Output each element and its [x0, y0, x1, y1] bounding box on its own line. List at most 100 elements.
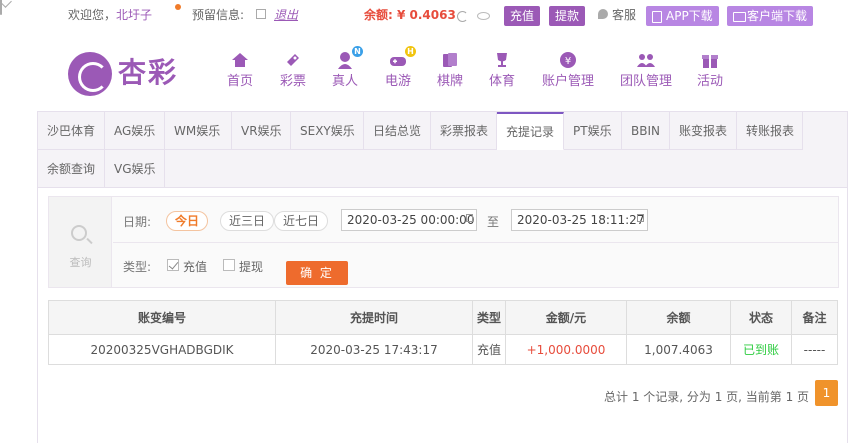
- live-dealer-icon: N: [335, 46, 363, 70]
- col-remark: 备注: [791, 300, 838, 335]
- gamepad-icon: H: [388, 46, 416, 70]
- service-icon[interactable]: [598, 9, 608, 19]
- cell-remark: -----: [791, 334, 838, 365]
- cell-time: 2020-03-25 17:43:17: [275, 334, 473, 365]
- app-download-button[interactable]: APP下载: [646, 6, 719, 26]
- tab-balance-change-report[interactable]: 账变报表: [670, 112, 737, 150]
- cell-status: 已到账: [730, 334, 792, 365]
- quick-3days-button[interactable]: 近三日: [220, 211, 275, 231]
- nav-label: 活动: [697, 74, 724, 89]
- nav-lottery[interactable]: 彩票: [280, 50, 306, 90]
- tab-saba-sports[interactable]: 沙巴体育: [38, 112, 105, 150]
- tab-transfer-report[interactable]: 转账报表: [737, 112, 803, 150]
- withdraw-button[interactable]: 提款: [549, 6, 586, 26]
- calendar-icon[interactable]: [637, 214, 644, 222]
- nav-label: 真人: [332, 74, 359, 89]
- top-bar: 欢迎您， 北圩子 预留信息: 退出 余额: ¥ 0.4063 充值 提款 客服 …: [0, 0, 868, 30]
- nav-label: 体育: [489, 74, 516, 89]
- balance-display: 余额: ¥ 0.4063: [364, 8, 456, 22]
- end-date-input[interactable]: 2020-03-25 18:11:27: [511, 209, 648, 231]
- to-label: 至: [487, 215, 500, 229]
- logo-icon[interactable]: [68, 52, 112, 96]
- nav-label: 棋牌: [437, 74, 464, 89]
- nav-label: 彩票: [280, 74, 307, 89]
- team-icon: [636, 50, 656, 70]
- hot-badge: H: [405, 46, 416, 57]
- nav-account[interactable]: ¥ 账户管理: [542, 50, 594, 90]
- nav-label: 首页: [227, 74, 254, 89]
- filter-box: 查询 日期: 今日 近三日 近七日 2020-03-25 00:00:00 至 …: [48, 196, 839, 288]
- nav-egame[interactable]: H 电游: [385, 46, 416, 90]
- cell-amount: +1,000.0000: [505, 334, 627, 365]
- calendar-icon[interactable]: [466, 214, 473, 222]
- cell-balance: 1,007.4063: [626, 334, 731, 365]
- pagination-summary: 总计 1 个记录, 分为 1 页, 当前第 1 页: [604, 390, 810, 404]
- recharge-checkbox[interactable]: [167, 259, 179, 271]
- new-badge: N: [352, 46, 363, 57]
- date-row: 日期: 今日 近三日 近七日 2020-03-25 00:00:00 至 202…: [113, 197, 839, 243]
- mail-icon[interactable]: [0, 0, 2, 15]
- hide-balance-icon[interactable]: [477, 12, 490, 20]
- nav-activity[interactable]: 活动: [697, 50, 723, 90]
- tab-ag[interactable]: AG娱乐: [105, 112, 165, 150]
- edit-icon[interactable]: [256, 9, 266, 19]
- account-icon: ¥: [558, 50, 578, 70]
- logout-link[interactable]: 退出: [274, 7, 298, 23]
- page-button-current[interactable]: 1: [815, 380, 838, 406]
- tab-vr[interactable]: VR娱乐: [232, 112, 291, 150]
- reserved-info-label: 预留信息:: [192, 8, 245, 22]
- tab-bbin[interactable]: BBIN: [622, 112, 670, 150]
- nav-home[interactable]: 首页: [227, 50, 253, 90]
- withdraw-option-label: 提现: [239, 260, 264, 274]
- table-row: 20200325VGHADBGDIK 2020-03-25 17:43:17 充…: [48, 334, 838, 365]
- gift-icon: [700, 50, 720, 70]
- nav-live[interactable]: N 真人: [332, 46, 363, 90]
- client-download-button[interactable]: 客户端下载: [727, 6, 814, 26]
- date-label: 日期:: [123, 215, 152, 229]
- quick-7days-button[interactable]: 近七日: [274, 211, 329, 231]
- nav-team[interactable]: 团队管理: [620, 50, 672, 90]
- withdraw-checkbox[interactable]: [223, 259, 235, 271]
- col-type: 类型: [472, 300, 506, 335]
- quick-today-button[interactable]: 今日: [166, 211, 209, 231]
- tab-pt[interactable]: PT娱乐: [564, 112, 622, 150]
- report-tabs: 沙巴体育 AG娱乐 WM娱乐 VR娱乐 SEXY娱乐 日结总览 彩票报表 充提记…: [38, 112, 847, 188]
- tab-sexy[interactable]: SEXY娱乐: [291, 112, 364, 150]
- welcome-text: 欢迎您，: [68, 8, 117, 22]
- recharge-option-label: 充值: [183, 260, 208, 274]
- records-table: 账变编号 充提时间 类型 金额/元 余额 状态 备注 20200325VGHAD…: [48, 300, 838, 365]
- table-header-row: 账变编号 充提时间 类型 金额/元 余额 状态 备注: [48, 300, 838, 335]
- confirm-button[interactable]: 确 定: [286, 261, 348, 285]
- nav-label: 团队管理: [620, 74, 673, 89]
- refresh-icon[interactable]: [457, 11, 468, 22]
- lottery-icon: [283, 50, 303, 70]
- tab-deposit-withdraw-records[interactable]: 充提记录: [497, 112, 564, 150]
- start-date-input[interactable]: 2020-03-25 00:00:00: [341, 209, 477, 231]
- tab-daily-overview[interactable]: 日结总览: [364, 112, 431, 150]
- main-header: 杏彩 首页 彩票 N 真人 H 电游 棋牌 体育 ¥ 账户管理 团队管理 活动: [0, 30, 868, 110]
- type-label: 类型:: [123, 260, 152, 274]
- nav-sports[interactable]: 体育: [489, 50, 515, 90]
- tab-balance-query[interactable]: 余额查询: [38, 150, 105, 188]
- service-link[interactable]: 客服: [612, 7, 636, 23]
- nav-label: 电游: [385, 74, 412, 89]
- cards-icon: [440, 50, 460, 70]
- col-balance: 余额: [626, 300, 731, 335]
- col-amount: 金额/元: [505, 300, 627, 335]
- col-transaction-id: 账变编号: [48, 300, 276, 335]
- recharge-button[interactable]: 充值: [504, 6, 541, 26]
- home-icon: [230, 50, 250, 70]
- nav-chess[interactable]: 棋牌: [437, 50, 463, 90]
- cell-type: 充值: [472, 334, 506, 365]
- query-button[interactable]: 查询: [49, 197, 112, 287]
- tab-vg[interactable]: VG娱乐: [105, 150, 165, 188]
- tab-wm[interactable]: WM娱乐: [165, 112, 232, 150]
- tab-lottery-report[interactable]: 彩票报表: [431, 112, 497, 150]
- col-time: 充提时间: [275, 300, 473, 335]
- report-panel: 沙巴体育 AG娱乐 WM娱乐 VR娱乐 SEXY娱乐 日结总览 彩票报表 充提记…: [37, 111, 848, 443]
- search-icon: [71, 225, 87, 241]
- username-link[interactable]: 北圩子: [116, 7, 152, 23]
- logo-text[interactable]: 杏彩: [118, 57, 178, 89]
- query-label: 查询: [69, 256, 92, 269]
- cell-transaction-id: 20200325VGHADBGDIK: [48, 334, 276, 365]
